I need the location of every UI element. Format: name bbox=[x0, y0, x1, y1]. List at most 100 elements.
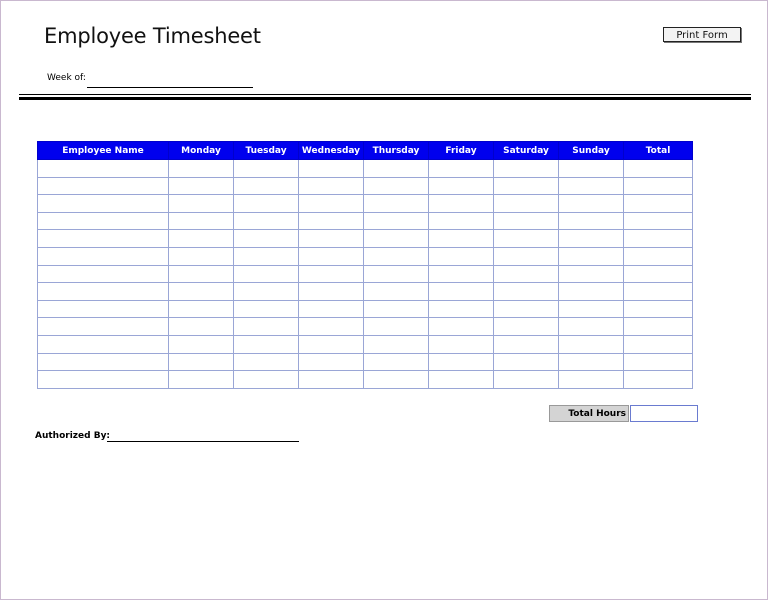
table-cell[interactable] bbox=[168, 246, 234, 266]
table-cell[interactable] bbox=[363, 211, 429, 231]
table-cell[interactable] bbox=[623, 176, 693, 196]
table-cell[interactable] bbox=[298, 299, 364, 319]
table-cell[interactable] bbox=[168, 352, 234, 372]
table-cell[interactable] bbox=[558, 334, 624, 354]
table-cell[interactable] bbox=[493, 352, 559, 372]
table-cell[interactable] bbox=[558, 317, 624, 336]
table-cell[interactable] bbox=[298, 229, 364, 248]
table-cell[interactable] bbox=[493, 246, 559, 266]
table-cell[interactable] bbox=[168, 317, 234, 336]
table-cell[interactable] bbox=[363, 282, 429, 301]
table-cell[interactable] bbox=[37, 229, 169, 248]
authorized-by-input-line[interactable] bbox=[107, 441, 299, 442]
table-cell[interactable] bbox=[37, 282, 169, 301]
table-cell[interactable] bbox=[493, 299, 559, 319]
table-cell[interactable] bbox=[298, 282, 364, 301]
table-cell[interactable] bbox=[37, 176, 169, 196]
table-cell[interactable] bbox=[623, 282, 693, 301]
table-cell[interactable] bbox=[168, 370, 234, 389]
table-cell[interactable] bbox=[428, 211, 494, 231]
table-cell[interactable] bbox=[558, 229, 624, 248]
table-cell[interactable] bbox=[623, 159, 693, 178]
total-hours-field[interactable] bbox=[630, 405, 698, 422]
table-cell[interactable] bbox=[298, 317, 364, 336]
table-cell[interactable] bbox=[168, 264, 234, 284]
week-of-input-line[interactable] bbox=[87, 87, 253, 88]
table-cell[interactable] bbox=[428, 229, 494, 248]
table-cell[interactable] bbox=[558, 246, 624, 266]
table-cell[interactable] bbox=[363, 370, 429, 389]
table-cell[interactable] bbox=[493, 264, 559, 284]
table-cell[interactable] bbox=[558, 370, 624, 389]
table-cell[interactable] bbox=[168, 159, 234, 178]
table-cell[interactable] bbox=[363, 176, 429, 196]
table-cell[interactable] bbox=[623, 229, 693, 248]
table-cell[interactable] bbox=[493, 159, 559, 178]
table-cell[interactable] bbox=[233, 370, 299, 389]
table-cell[interactable] bbox=[623, 317, 693, 336]
table-cell[interactable] bbox=[363, 334, 429, 354]
table-cell[interactable] bbox=[233, 352, 299, 372]
table-cell[interactable] bbox=[558, 352, 624, 372]
table-cell[interactable] bbox=[233, 317, 299, 336]
table-cell[interactable] bbox=[298, 211, 364, 231]
table-cell[interactable] bbox=[37, 370, 169, 389]
table-cell[interactable] bbox=[233, 159, 299, 178]
table-cell[interactable] bbox=[37, 264, 169, 284]
table-cell[interactable] bbox=[623, 211, 693, 231]
table-cell[interactable] bbox=[428, 194, 494, 213]
table-cell[interactable] bbox=[298, 264, 364, 284]
table-cell[interactable] bbox=[623, 334, 693, 354]
table-cell[interactable] bbox=[233, 334, 299, 354]
table-cell[interactable] bbox=[428, 282, 494, 301]
table-cell[interactable] bbox=[168, 229, 234, 248]
table-cell[interactable] bbox=[558, 159, 624, 178]
table-cell[interactable] bbox=[168, 334, 234, 354]
table-cell[interactable] bbox=[168, 176, 234, 196]
table-cell[interactable] bbox=[298, 194, 364, 213]
table-cell[interactable] bbox=[493, 370, 559, 389]
table-cell[interactable] bbox=[493, 176, 559, 196]
table-cell[interactable] bbox=[428, 317, 494, 336]
table-cell[interactable] bbox=[363, 317, 429, 336]
table-cell[interactable] bbox=[298, 159, 364, 178]
table-cell[interactable] bbox=[428, 176, 494, 196]
table-cell[interactable] bbox=[233, 229, 299, 248]
table-cell[interactable] bbox=[363, 299, 429, 319]
table-cell[interactable] bbox=[363, 352, 429, 372]
table-cell[interactable] bbox=[298, 352, 364, 372]
table-cell[interactable] bbox=[37, 194, 169, 213]
table-cell[interactable] bbox=[298, 370, 364, 389]
table-cell[interactable] bbox=[37, 211, 169, 231]
table-cell[interactable] bbox=[233, 176, 299, 196]
table-cell[interactable] bbox=[233, 194, 299, 213]
table-cell[interactable] bbox=[623, 352, 693, 372]
table-cell[interactable] bbox=[168, 282, 234, 301]
table-cell[interactable] bbox=[623, 194, 693, 213]
table-cell[interactable] bbox=[558, 194, 624, 213]
table-cell[interactable] bbox=[363, 229, 429, 248]
table-cell[interactable] bbox=[363, 194, 429, 213]
table-cell[interactable] bbox=[623, 299, 693, 319]
table-cell[interactable] bbox=[428, 299, 494, 319]
table-cell[interactable] bbox=[37, 317, 169, 336]
table-cell[interactable] bbox=[298, 176, 364, 196]
table-cell[interactable] bbox=[298, 246, 364, 266]
table-cell[interactable] bbox=[233, 264, 299, 284]
table-cell[interactable] bbox=[428, 246, 494, 266]
table-cell[interactable] bbox=[558, 264, 624, 284]
table-cell[interactable] bbox=[558, 282, 624, 301]
table-cell[interactable] bbox=[558, 299, 624, 319]
table-cell[interactable] bbox=[623, 264, 693, 284]
table-cell[interactable] bbox=[233, 299, 299, 319]
table-cell[interactable] bbox=[558, 176, 624, 196]
table-cell[interactable] bbox=[428, 334, 494, 354]
table-cell[interactable] bbox=[233, 246, 299, 266]
print-form-button[interactable]: Print Form bbox=[663, 27, 741, 42]
table-cell[interactable] bbox=[168, 194, 234, 213]
table-cell[interactable] bbox=[363, 246, 429, 266]
table-cell[interactable] bbox=[623, 246, 693, 266]
table-cell[interactable] bbox=[37, 334, 169, 354]
table-cell[interactable] bbox=[493, 211, 559, 231]
table-cell[interactable] bbox=[623, 370, 693, 389]
